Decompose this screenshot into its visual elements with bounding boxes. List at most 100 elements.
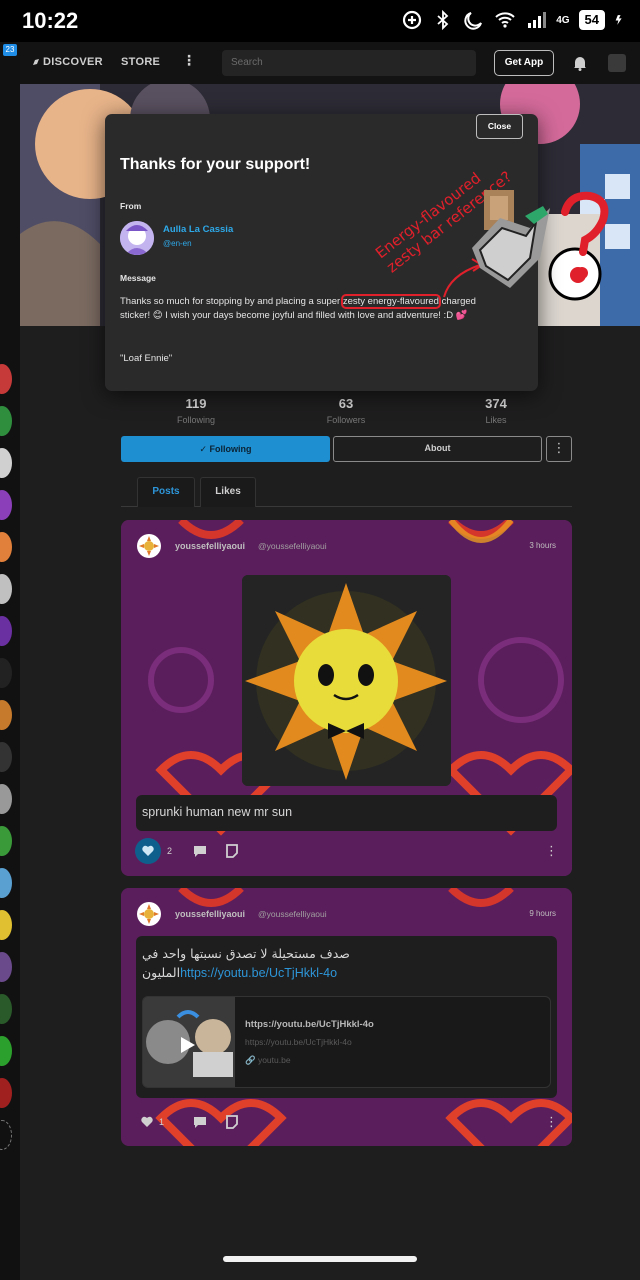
sun-avatar-icon: [139, 536, 159, 556]
rail-community[interactable]: [0, 574, 12, 604]
tab-likes[interactable]: Likes: [200, 477, 256, 507]
post-text-prefix: المليون: [142, 965, 181, 980]
link-preview[interactable]: https://youtu.be/UcTjHkkl-4o https://you…: [142, 996, 551, 1088]
profile-tabs: Posts Likes: [121, 477, 572, 507]
post-card[interactable]: youssefelliyaoui @youssefelliyaoui 9 hou…: [121, 888, 572, 1146]
like-button[interactable]: 1: [141, 1109, 164, 1135]
link-url: https://youtu.be/UcTjHkkl-4o: [245, 1037, 352, 1047]
home-indicator[interactable]: [223, 1256, 417, 1262]
rail-community[interactable]: [0, 994, 12, 1024]
nav-store[interactable]: STORE: [121, 56, 160, 68]
sticker-icon[interactable]: [225, 838, 239, 864]
stat-likes[interactable]: 374 Likes: [446, 396, 546, 425]
like-count: 2: [167, 846, 173, 856]
sticker-image: [472, 190, 550, 288]
author-avatar[interactable]: [137, 902, 161, 926]
stat-following[interactable]: 119 Following: [146, 396, 246, 425]
user-avatar[interactable]: [608, 54, 626, 72]
author-handle: @youssefelliyaoui: [258, 541, 327, 551]
author-handle: @youssefelliyaoui: [258, 909, 327, 919]
message-highlight: zesty energy-flavoured: [340, 294, 441, 309]
bell-icon[interactable]: [571, 54, 589, 72]
post-link[interactable]: https://youtu.be/UcTjHkkl-4o: [180, 966, 337, 980]
network-type: 4G: [556, 14, 570, 26]
rail-community[interactable]: [0, 742, 12, 772]
post-more-button[interactable]: ⋮: [545, 1109, 558, 1135]
link-icon: 🔗: [245, 1055, 258, 1065]
rail-community[interactable]: [0, 490, 12, 520]
from-label: From: [120, 201, 142, 211]
tab-posts[interactable]: Posts: [137, 477, 195, 507]
author-avatar[interactable]: [137, 534, 161, 558]
post-text-arabic: صدف مستحيلة لا تصدق نسبتها واحد في: [142, 944, 372, 963]
rail-community[interactable]: [0, 910, 12, 940]
data-saver-icon: [403, 10, 422, 30]
rail-community[interactable]: [0, 700, 12, 730]
top-nav: DISCOVER STORE ⋮ Search Get App: [20, 42, 640, 84]
post-card[interactable]: youssefelliyaoui @youssefelliyaoui 3 hou…: [121, 520, 572, 876]
rail-community[interactable]: [0, 952, 12, 982]
stat-label: Likes: [485, 415, 507, 425]
stat-label: Following: [176, 415, 216, 425]
post-actions: 1 ⋮: [135, 1109, 558, 1135]
nav-more-button[interactable]: ⋮: [182, 52, 196, 69]
rail-community[interactable]: [0, 364, 12, 394]
sender-avatar-image: [120, 221, 154, 255]
rail-add[interactable]: [0, 1120, 12, 1150]
message-label: Message: [120, 273, 156, 283]
comment-icon[interactable]: [193, 838, 207, 864]
post-header: youssefelliyaoui @youssefelliyaoui 9 hou…: [137, 902, 556, 926]
link-thumbnail: [143, 997, 235, 1087]
close-button[interactable]: Close: [476, 114, 523, 139]
rail-badge[interactable]: 23: [3, 44, 17, 56]
sun-avatar-icon: [139, 904, 159, 924]
status-bar: 10:22 4G 54: [0, 0, 640, 42]
search-input[interactable]: Search: [222, 50, 476, 76]
heart-icon: [135, 838, 161, 864]
sender-handle: @en-en: [163, 239, 192, 248]
comment-icon[interactable]: [193, 1109, 207, 1135]
link-domain-text: youtu.be: [257, 1055, 291, 1065]
compass-icon: [33, 59, 39, 65]
post-image[interactable]: [242, 575, 451, 786]
link-title: https://youtu.be/UcTjHkkl-4o: [245, 1019, 374, 1030]
message-before: Thanks so much for stopping by and placi…: [120, 296, 343, 307]
post-caption: sprunki human new mr sun: [136, 795, 557, 831]
stat-value: 119: [185, 396, 207, 411]
stat-followers[interactable]: 63 Followers: [296, 396, 396, 425]
nav-discover[interactable]: DISCOVER: [43, 56, 103, 68]
post-time: 9 hours: [529, 909, 556, 918]
author-name[interactable]: youssefelliyaoui: [175, 909, 245, 919]
sender-avatar[interactable]: [120, 221, 154, 255]
about-button[interactable]: About: [333, 436, 542, 462]
rail-community[interactable]: [0, 532, 12, 562]
profile-more-button[interactable]: ⋮: [546, 436, 572, 462]
post-time: 3 hours: [529, 541, 556, 550]
sticker-icon[interactable]: [225, 1109, 239, 1135]
rail-community[interactable]: [0, 1036, 12, 1066]
battery-level: 54: [578, 10, 605, 30]
rail-community[interactable]: [0, 1078, 12, 1108]
author-name[interactable]: youssefelliyaoui: [175, 541, 245, 551]
post-header: youssefelliyaoui @youssefelliyaoui 3 hou…: [137, 534, 556, 558]
rail-community[interactable]: [0, 616, 12, 646]
moon-icon: [464, 12, 483, 30]
link-domain: 🔗 youtu.be: [245, 1055, 291, 1066]
rail-community[interactable]: [0, 784, 12, 814]
rail-community[interactable]: [0, 406, 12, 436]
question-mark-icon: [561, 191, 609, 279]
following-button[interactable]: ✓ Following: [121, 436, 330, 462]
get-app-button[interactable]: Get App: [494, 50, 554, 76]
rail-community[interactable]: [0, 868, 12, 898]
rail-community[interactable]: [0, 448, 12, 478]
rail-community[interactable]: [0, 826, 12, 856]
like-button[interactable]: 2: [135, 838, 172, 864]
mr-sun-image: [242, 575, 451, 786]
post-body: صدف مستحيلة لا تصدق نسبتها واحد في الملي…: [136, 936, 557, 1098]
rail-community[interactable]: [0, 658, 12, 688]
signal-icon: [528, 12, 547, 28]
bluetooth-icon: [437, 9, 449, 31]
post-more-button[interactable]: ⋮: [545, 838, 558, 864]
sender-name[interactable]: Aulla La Cassia: [163, 224, 233, 235]
following-label: Following: [209, 444, 252, 454]
